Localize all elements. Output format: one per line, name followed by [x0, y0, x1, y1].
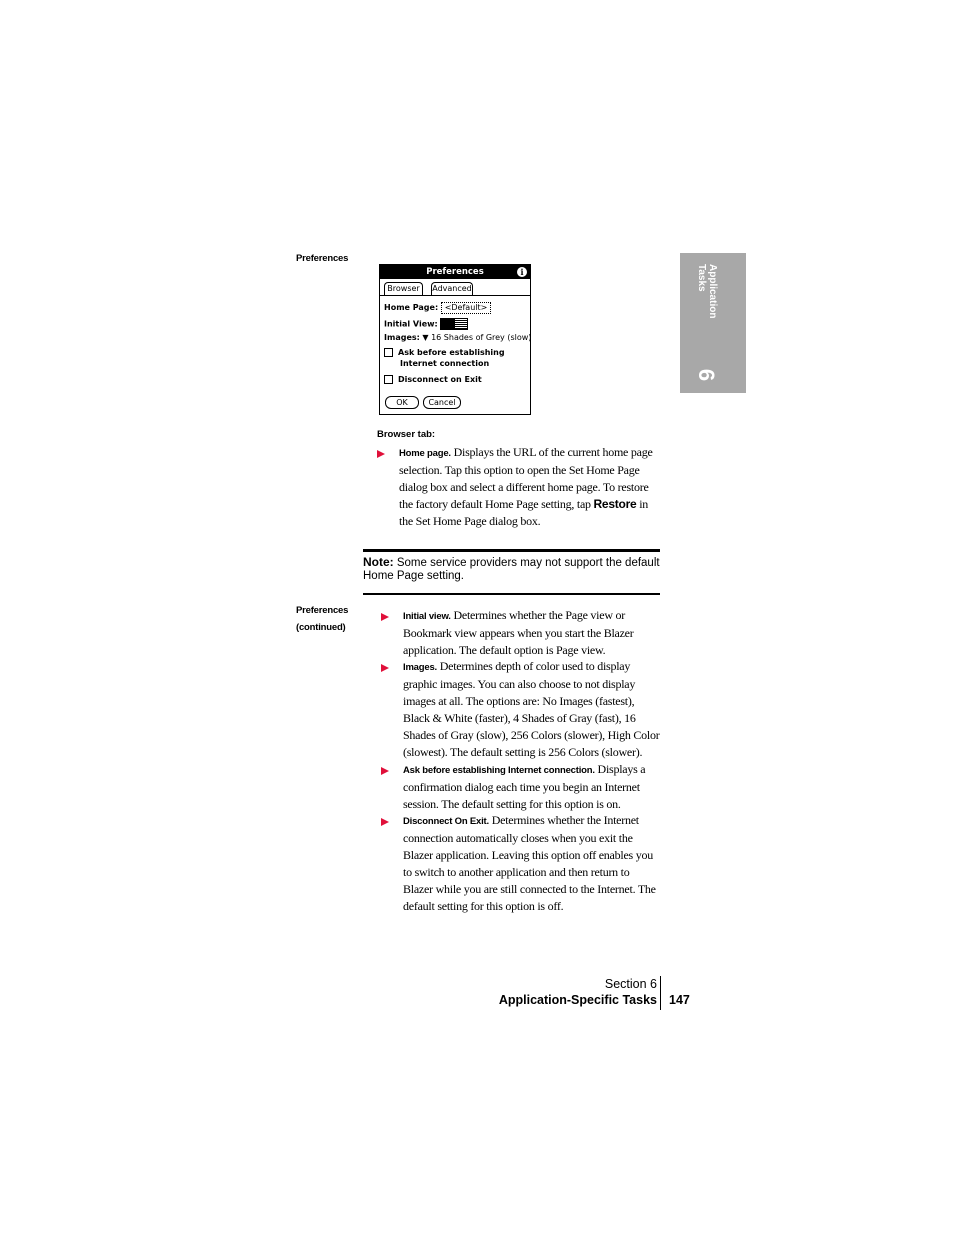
side-heading-preferences-continued: Preferences (continued)	[296, 602, 348, 636]
disconnect-row: Disconnect on Exit	[384, 375, 482, 384]
bullet-arrow-icon	[381, 818, 389, 826]
bullet-disconnect: Disconnect On Exit. Determines whether t…	[403, 812, 661, 916]
ok-button: OK	[385, 396, 419, 409]
bullet-ask-before: Ask before establishing Internet connect…	[403, 761, 661, 813]
footer-divider	[660, 976, 661, 1010]
ask-before-label-line1: Ask before establishing	[398, 348, 505, 357]
note-label: Note:	[363, 555, 394, 569]
initial-view-row: Initial View:	[384, 318, 469, 330]
info-icon: i	[517, 267, 527, 277]
footer-title: Application-Specific Tasks	[498, 993, 657, 1007]
page-number: 147	[669, 993, 690, 1007]
restore-keyword: Restore	[593, 497, 637, 512]
side-heading-line2: (continued)	[296, 622, 346, 633]
images-row: Images: ▼ 16 Shades of Grey (slow)	[384, 333, 531, 342]
home-page-label: Home Page:	[384, 303, 439, 312]
disconnect-checkbox	[384, 375, 393, 384]
tab-advanced: Advanced	[431, 282, 473, 295]
initial-view-label: Initial View:	[384, 319, 438, 329]
bullet-arrow-icon	[377, 450, 385, 458]
thumb-tab-label-line1: Application	[707, 264, 718, 319]
note-text: Some service providers may not support t…	[363, 557, 660, 582]
tab-browser: Browser	[384, 282, 423, 295]
bullet-lead: Initial view.	[403, 611, 451, 622]
side-heading-preferences: Preferences	[296, 253, 349, 264]
bullet-arrow-icon	[381, 767, 389, 775]
side-heading-line1: Preferences	[296, 605, 349, 616]
cancel-button: Cancel	[423, 396, 461, 409]
tab-divider	[380, 295, 530, 296]
bullet-lead: Images.	[403, 662, 437, 673]
disconnect-label: Disconnect on Exit	[398, 375, 482, 384]
bullet-arrow-icon	[381, 613, 389, 621]
home-page-trigger: <Default>	[440, 302, 492, 314]
bullet-lead: Disconnect On Exit.	[403, 816, 489, 827]
thumb-tab-label-line2: Tasks	[696, 264, 707, 292]
bullet-text: Determines depth of color used to displa…	[403, 659, 660, 760]
images-value: 16 Shades of Grey (slow)	[431, 333, 532, 342]
bookmark-view-icon	[454, 318, 469, 330]
note-box: Note: Some service providers may not sup…	[363, 549, 660, 595]
thumb-tab-section-number: 6	[694, 368, 720, 382]
palm-title: Preferences	[426, 267, 484, 277]
bullet-lead: Ask before establishing Internet connect…	[403, 765, 595, 776]
home-page-row: Home Page: <Default>	[384, 302, 492, 314]
ask-before-row: Ask before establishing	[384, 348, 505, 357]
page-view-icon	[440, 318, 455, 330]
palm-title-bar: Preferences i	[380, 265, 530, 279]
ask-before-label-line2: Internet connection	[400, 359, 490, 368]
bullet-home-page: Home page. Displays the URL of the curre…	[399, 444, 661, 530]
bullet-initial-view: Initial view. Determines whether the Pag…	[403, 607, 661, 659]
ask-before-checkbox	[384, 348, 393, 357]
bullet-lead: Home page.	[399, 448, 451, 459]
dropdown-arrow-icon: ▼	[422, 333, 429, 342]
bullet-text: Determines whether the Internet connecti…	[403, 813, 656, 914]
images-label: Images:	[384, 333, 420, 342]
preferences-screenshot: Preferences i Browser Advanced Home Page…	[379, 264, 531, 415]
bullet-arrow-icon	[381, 664, 389, 672]
browser-tab-heading: Browser tab:	[377, 429, 436, 440]
footer-section: Section 6	[604, 977, 657, 991]
thumb-tab-label: Application Tasks	[696, 264, 718, 318]
bullet-images: Images. Determines depth of color used t…	[403, 658, 661, 762]
